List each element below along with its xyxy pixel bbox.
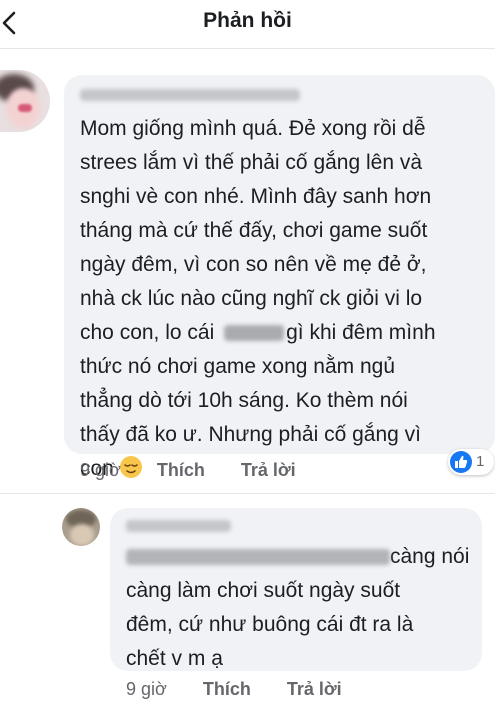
reply-line: càng làm chơi suốt ngày suốt xyxy=(126,579,401,602)
redacted-word xyxy=(224,325,285,341)
reply-line-mention: càng nói xyxy=(126,540,482,574)
redacted-mention xyxy=(126,549,390,565)
comment-time: 9 giờ xyxy=(80,460,121,480)
comment-line-redacted: cho con, lo cái gì khi đêm mình xyxy=(80,321,436,344)
top-bar: Phản hồi xyxy=(0,0,495,48)
reply-name-redacted xyxy=(126,520,231,532)
like-button[interactable]: Thích xyxy=(157,460,205,480)
comment-line: snghi vè con nhé. Mình đây sanh hơn xyxy=(80,185,432,208)
commenter-avatar[interactable] xyxy=(0,70,50,132)
comment-line: strees lắm vì thế phải cố gắng lên và xyxy=(80,151,423,174)
comment-line: thấy đã ko ư. Nhưng phải cố gắng vì xyxy=(80,423,421,446)
reaction-count: 1 xyxy=(476,453,485,470)
reply-line: đêm, cứ như buông cái đt ra là xyxy=(126,613,414,636)
reply-reply-button[interactable]: Trả lời xyxy=(287,679,342,699)
comment-meta: 9 giờ Thích Trả lời xyxy=(80,460,296,481)
reply-button[interactable]: Trả lời xyxy=(241,460,296,480)
commenter-name-redacted xyxy=(80,89,300,101)
header-divider xyxy=(0,48,495,49)
reply-text: càng nói càng làm chơi suốt ngày suốt đê… xyxy=(126,540,482,676)
comment-line: thức nó chơi game xong nằm ngủ xyxy=(80,355,396,378)
reaction-badge[interactable]: 1 xyxy=(448,449,494,475)
comment-text: Mom giống mình quá. Đẻ xong rồi dễ stree… xyxy=(80,112,492,486)
comment-line: ngày đêm, vì con so nên về mẹ đẻ ở, xyxy=(80,253,427,276)
reply-meta: 9 giờ Thích Trả lời xyxy=(126,679,342,700)
reply-like-button[interactable]: Thích xyxy=(203,679,251,699)
comment-line: nhà ck lúc nào cũng nghĩ ck giỏi vi lo xyxy=(80,287,423,310)
comment-line: tháng mà cứ thế đấy, chơi game suốt xyxy=(80,219,428,242)
reply-time: 9 giờ xyxy=(126,679,167,699)
reply-avatar[interactable] xyxy=(62,508,100,546)
reply-line: chết v m ạ xyxy=(126,647,223,670)
like-reaction-icon xyxy=(450,451,472,473)
comment-line: Mom giống mình quá. Đẻ xong rồi dễ xyxy=(80,117,426,140)
thread-divider xyxy=(0,493,495,494)
comment-line: thẳng dò tới 10h sáng. Ko thèm nói xyxy=(80,389,408,412)
page-title: Phản hồi xyxy=(203,9,292,32)
